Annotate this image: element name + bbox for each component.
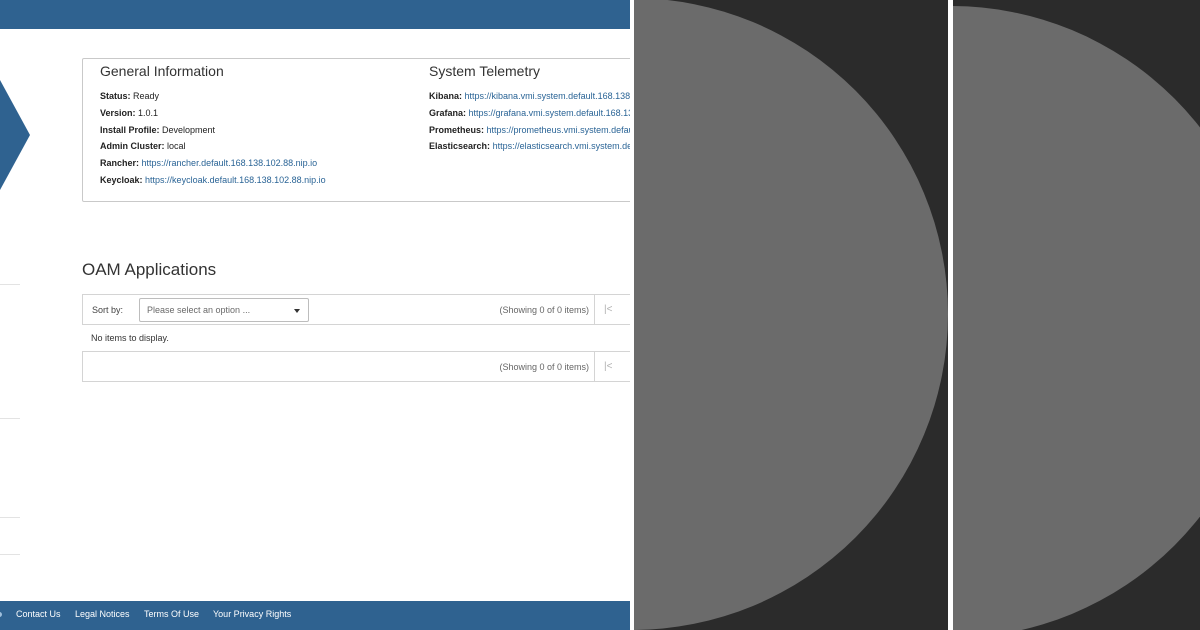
first-page-icon[interactable]: |< — [604, 361, 612, 372]
install-profile-value: Development — [162, 125, 216, 135]
general-information-title: General Information — [100, 63, 224, 79]
screen: General Information System Telemetry Sta… — [0, 0, 1200, 630]
grafana-label: Grafana: — [429, 108, 467, 118]
sidebar-divider — [0, 554, 20, 555]
footer-bar: Contact Us Legal Notices Terms Of Use Yo… — [0, 601, 630, 630]
admin-cluster-row: Admin Cluster: local — [100, 140, 186, 152]
list-toolbar-bottom: (Showing 0 of 0 items) |< — [82, 351, 630, 382]
keycloak-row: Keycloak: https://keycloak.default.168.1… — [100, 174, 326, 186]
admin-cluster-value: local — [167, 141, 186, 151]
showing-count: (Showing 0 of 0 items) — [499, 362, 589, 372]
pager-divider — [594, 352, 595, 381]
grafana-row: Grafana: https://grafana.vmi.system.defa… — [429, 107, 630, 119]
footer-bullet-icon — [0, 612, 2, 617]
dark-panel-right — [953, 0, 1200, 630]
caret-down-icon — [294, 309, 300, 313]
app-window: General Information System Telemetry Sta… — [0, 0, 630, 630]
footer-link-contact-us[interactable]: Contact Us — [16, 609, 61, 619]
info-card: General Information System Telemetry Sta… — [82, 58, 630, 202]
keycloak-link[interactable]: https://keycloak.default.168.138.102.88.… — [145, 175, 326, 185]
install-profile-label: Install Profile: — [100, 125, 160, 135]
install-profile-row: Install Profile: Development — [100, 124, 215, 136]
empty-message: No items to display. — [91, 333, 169, 343]
footer-link-privacy-rights[interactable]: Your Privacy Rights — [213, 609, 291, 619]
footer-link-terms-of-use[interactable]: Terms Of Use — [144, 609, 199, 619]
pager-divider — [594, 295, 595, 324]
keycloak-label: Keycloak: — [100, 175, 143, 185]
sidebar-divider — [0, 517, 20, 518]
decorative-circle — [953, 6, 1200, 630]
prometheus-link[interactable]: https://prometheus.vmi.system.defaul — [487, 125, 630, 135]
kibana-label: Kibana: — [429, 91, 463, 101]
kibana-row: Kibana: https://kibana.vmi.system.defaul… — [429, 90, 630, 102]
sidebar-divider — [0, 284, 20, 285]
elasticsearch-row: Elasticsearch: https://elasticsearch.vmi… — [429, 140, 630, 152]
oam-applications-title: OAM Applications — [82, 260, 217, 279]
top-header-bar — [0, 0, 630, 29]
rancher-link[interactable]: https://rancher.default.168.138.102.88.n… — [142, 158, 318, 168]
chevron-right-icon[interactable] — [0, 80, 32, 190]
elasticsearch-label: Elasticsearch: — [429, 141, 491, 151]
prometheus-row: Prometheus: https://prometheus.vmi.syste… — [429, 124, 630, 136]
dark-panel-left — [634, 0, 948, 630]
status-value: Ready — [133, 91, 160, 101]
system-telemetry-title: System Telemetry — [429, 63, 540, 79]
showing-count: (Showing 0 of 0 items) — [499, 305, 589, 315]
sort-select-placeholder: Please select an option ... — [147, 305, 251, 315]
version-label: Version: — [100, 108, 136, 118]
rancher-row: Rancher: https://rancher.default.168.138… — [100, 157, 317, 169]
kibana-link[interactable]: https://kibana.vmi.system.default.168.13… — [465, 91, 630, 101]
prometheus-label: Prometheus: — [429, 125, 485, 135]
sort-by-label: Sort by: — [92, 305, 124, 315]
footer-link-legal-notices[interactable]: Legal Notices — [75, 609, 130, 619]
version-row: Version: 1.0.1 — [100, 107, 158, 119]
sort-select[interactable]: Please select an option ... — [139, 298, 309, 322]
grafana-link[interactable]: https://grafana.vmi.system.default.168.1… — [469, 108, 630, 118]
status-label: Status: — [100, 91, 131, 101]
admin-cluster-label: Admin Cluster: — [100, 141, 165, 151]
version-value: 1.0.1 — [138, 108, 159, 118]
first-page-icon[interactable]: |< — [604, 304, 612, 315]
sidebar-divider — [0, 418, 20, 419]
status-row: Status: Ready — [100, 90, 159, 102]
list-toolbar-top: Sort by: Please select an option ... (Sh… — [82, 294, 630, 325]
decorative-circle — [634, 0, 948, 630]
rancher-label: Rancher: — [100, 158, 140, 168]
elasticsearch-link[interactable]: https://elasticsearch.vmi.system.def — [493, 141, 630, 151]
